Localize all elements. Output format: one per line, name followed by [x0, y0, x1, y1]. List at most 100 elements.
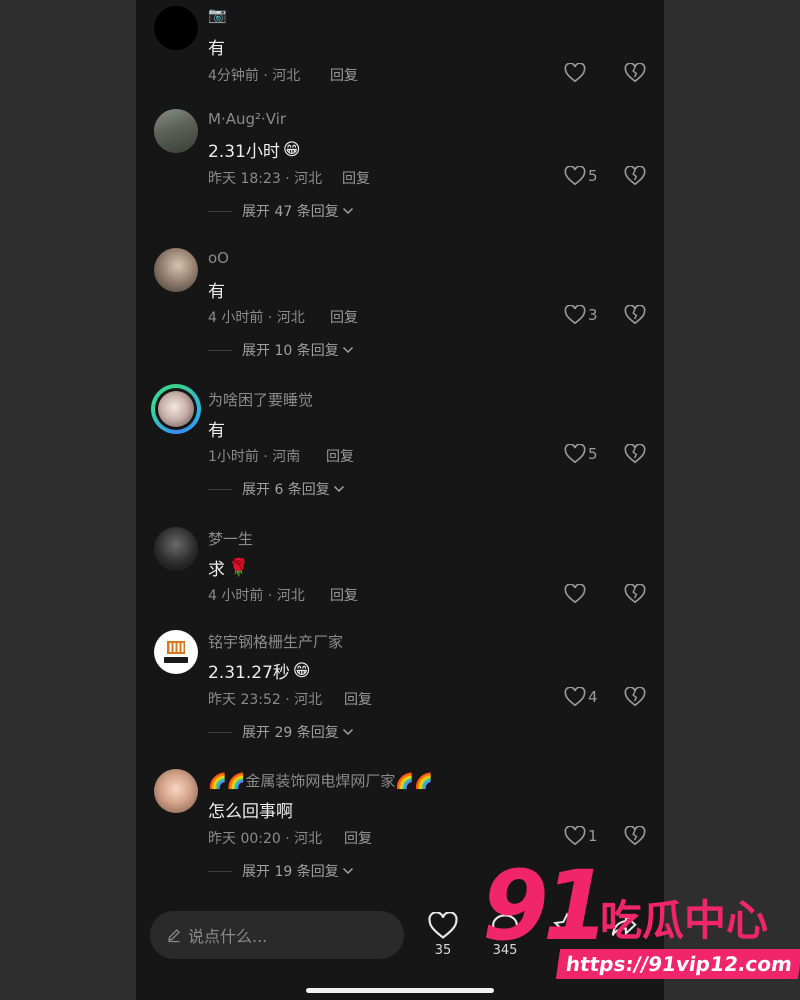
comment-text-content: 2.31小时 — [208, 142, 280, 162]
heart-outline-icon — [564, 305, 586, 325]
reply-button[interactable]: 回复 — [330, 307, 358, 327]
grin-emoji: 😁 — [292, 660, 311, 681]
broken-heart-icon — [624, 165, 646, 186]
comment-text: 有 — [208, 416, 225, 441]
like-button[interactable]: 4 — [564, 687, 598, 707]
avatar[interactable] — [154, 248, 198, 292]
broken-heart-icon — [624, 304, 646, 325]
heart-outline-icon — [564, 166, 586, 186]
avatar-with-story-ring[interactable] — [151, 384, 201, 434]
like-button[interactable]: 3 — [564, 305, 598, 325]
avatar[interactable] — [154, 6, 198, 50]
reply-button[interactable]: 回复 — [344, 828, 372, 848]
heart-outline-icon — [428, 912, 458, 939]
broken-heart-icon — [624, 686, 646, 707]
chevron-down-icon — [342, 867, 353, 875]
comment-input-placeholder: 说点什么... — [188, 927, 268, 946]
reply-button[interactable]: 回复 — [330, 585, 358, 605]
comment-username[interactable]: 📷 — [208, 6, 227, 24]
watermark-number: 91 — [482, 850, 610, 962]
expand-replies-button[interactable]: 展开 29 条回复 — [208, 722, 354, 742]
video-like-button[interactable]: 35 — [421, 912, 465, 958]
expand-divider — [208, 210, 232, 212]
expand-replies-label: 展开 6 条回复 — [242, 482, 330, 498]
chevron-down-icon — [342, 728, 353, 736]
comment-time-location: 昨天 18:23 · 河北 — [208, 171, 323, 187]
comment-time-location: 昨天 00:20 · 河北 — [208, 831, 323, 847]
chevron-down-icon — [342, 207, 353, 215]
reply-button[interactable]: 回复 — [342, 168, 370, 188]
dislike-button[interactable] — [624, 825, 646, 850]
like-count: 5 — [588, 445, 598, 463]
expand-divider — [208, 488, 232, 490]
right-backdrop — [664, 0, 800, 1000]
heart-outline-icon — [564, 63, 586, 83]
like-count: 4 — [588, 688, 598, 706]
avatar[interactable] — [154, 109, 198, 153]
comment-username[interactable]: M·Aug²·Vir — [208, 110, 286, 128]
expand-divider — [208, 731, 232, 733]
comment-time-location: 4 小时前 · 河北 — [208, 310, 305, 326]
expand-replies-button[interactable]: 展开 47 条回复 — [208, 201, 354, 221]
rose-emoji: 🌹 — [228, 557, 250, 578]
reply-button[interactable]: 回复 — [344, 689, 372, 709]
like-button[interactable] — [564, 63, 586, 83]
expand-replies-label: 展开 10 条回复 — [242, 343, 339, 359]
chevron-down-icon — [333, 485, 344, 493]
comment-username[interactable]: 梦一生 — [208, 528, 253, 549]
expand-replies-button[interactable]: 展开 6 条回复 — [208, 479, 345, 499]
reply-button[interactable]: 回复 — [330, 65, 358, 85]
expand-replies-button[interactable]: 展开 10 条回复 — [208, 340, 354, 360]
expand-replies-label: 展开 19 条回复 — [242, 864, 339, 880]
comment-text-content: 有 — [208, 421, 225, 441]
reply-button[interactable]: 回复 — [326, 446, 354, 466]
comment-text: 求 🌹 — [208, 555, 250, 581]
heart-outline-icon — [564, 444, 586, 464]
expand-replies-label: 展开 47 条回复 — [242, 204, 339, 220]
dislike-button[interactable] — [624, 165, 646, 190]
comment-text: 有 — [208, 277, 225, 302]
dislike-button[interactable] — [624, 443, 646, 468]
dislike-button[interactable] — [624, 304, 646, 329]
pencil-icon — [168, 929, 180, 943]
comment-time-location: 4分钟前 · 河北 — [208, 68, 301, 84]
comment-username[interactable]: 🌈🌈金属装饰网电焊网厂家🌈🌈 — [208, 770, 433, 791]
expand-divider — [208, 349, 232, 351]
heart-outline-icon — [564, 687, 586, 707]
expand-divider — [208, 870, 232, 872]
video-like-count: 35 — [434, 943, 452, 958]
like-button[interactable]: 5 — [564, 166, 598, 186]
watermark-logo: 91 吃瓜中心 https://91vip12.com — [482, 858, 800, 988]
comment-username[interactable]: 铭宇钢格栅生产厂家 — [208, 631, 343, 652]
like-button[interactable] — [564, 584, 586, 604]
avatar[interactable] — [154, 769, 198, 813]
heart-outline-icon — [564, 826, 586, 846]
comment-text-content: 有 — [208, 39, 225, 59]
broken-heart-icon — [624, 583, 646, 604]
broken-heart-icon — [624, 825, 646, 846]
left-backdrop — [0, 0, 136, 1000]
watermark-brand: 吃瓜中心 — [600, 896, 769, 945]
comment-username[interactable]: 为啥困了要睡觉 — [208, 389, 313, 410]
grin-emoji: 😁 — [282, 139, 301, 160]
expand-replies-button[interactable]: 展开 19 条回复 — [208, 861, 354, 881]
avatar[interactable] — [154, 527, 198, 571]
comment-text: 怎么回事啊 — [208, 797, 293, 822]
company-logo-icon — [164, 641, 188, 663]
comment-text-content: 怎么回事啊 — [208, 802, 293, 822]
broken-heart-icon — [624, 62, 646, 83]
like-count: 1 — [588, 827, 598, 845]
comment-time-location: 昨天 23:52 · 河北 — [208, 692, 323, 708]
dislike-button[interactable] — [624, 686, 646, 711]
dislike-button[interactable] — [624, 62, 646, 87]
expand-replies-label: 展开 29 条回复 — [242, 725, 339, 741]
avatar-company-logo[interactable] — [154, 630, 198, 674]
comment-input[interactable]: 说点什么... — [150, 911, 404, 959]
like-button[interactable]: 1 — [564, 826, 598, 846]
heart-outline-icon — [564, 584, 586, 604]
comment-time-location: 4 小时前 · 河北 — [208, 588, 305, 604]
comment-text: 2.31小时 😁 — [208, 137, 301, 163]
comment-username[interactable]: oO — [208, 249, 229, 267]
like-button[interactable]: 5 — [564, 444, 598, 464]
dislike-button[interactable] — [624, 583, 646, 608]
